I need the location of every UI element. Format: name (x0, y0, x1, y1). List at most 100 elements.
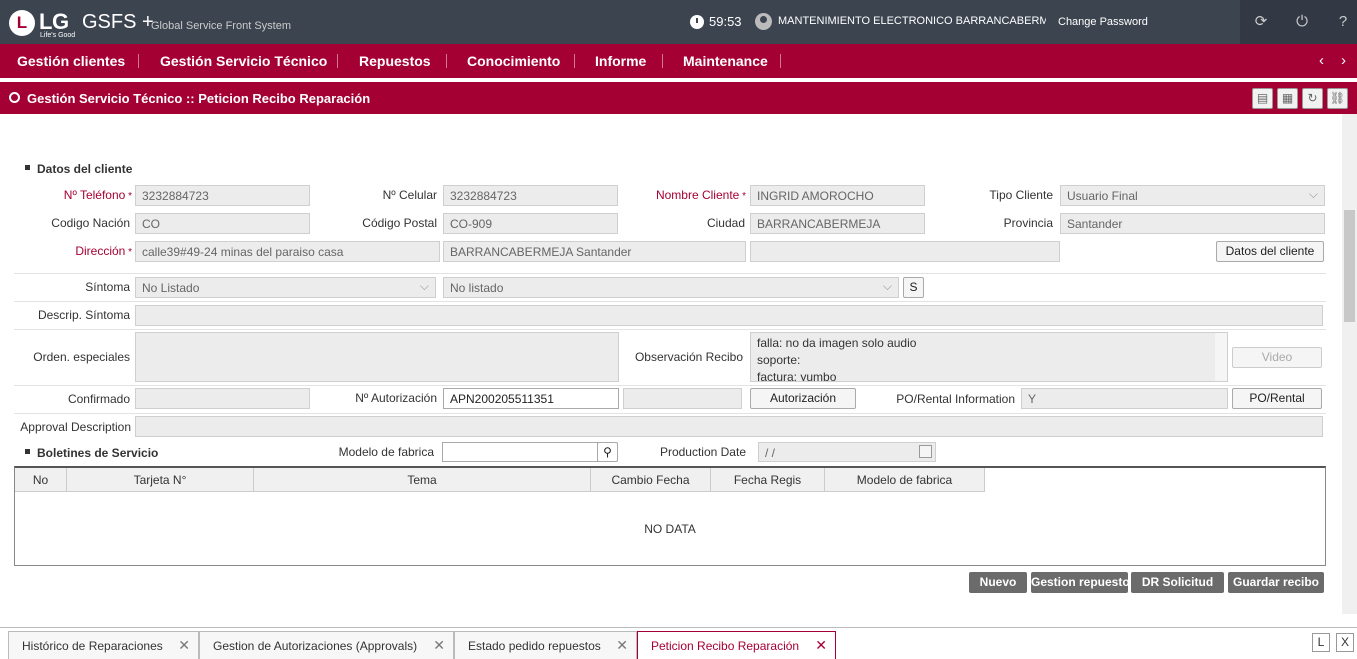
title-bullet-icon (9, 92, 20, 103)
direccion-city-field[interactable]: BARRANCABERMEJA Santander (443, 241, 746, 262)
tipo-cliente-label: Tipo Cliente (989, 188, 1053, 202)
sintoma-search-button[interactable]: S (903, 277, 924, 298)
po-rental-label: PO/Rental Information (896, 392, 1015, 406)
nombre-label: Nombre Cliente (630, 188, 746, 202)
close-icon[interactable]: ✕ (616, 637, 628, 654)
nombre-field[interactable]: INGRID AMOROCHO (750, 185, 925, 206)
help-icon[interactable]: ? (1334, 13, 1352, 31)
close-icon[interactable]: ✕ (433, 637, 445, 654)
modelo-fabrica-label: Modelo de fabrica (338, 445, 434, 459)
tab-label: Histórico de Reparaciones (22, 639, 163, 653)
provincia-label: Provincia (1003, 216, 1053, 230)
calendar-icon[interactable] (919, 445, 932, 458)
menu-conocimiento[interactable]: Conocimiento (467, 53, 560, 69)
lg-logo-mark: L (9, 10, 35, 36)
autorizacion-extra-field[interactable] (623, 388, 742, 409)
grid-empty-message: NO DATA (644, 522, 696, 536)
dr-solicitud-button[interactable]: DR Solicitud (1131, 572, 1224, 593)
power-icon[interactable]: ⏻ (1293, 13, 1311, 31)
page-scroll-thumb[interactable] (1344, 210, 1355, 322)
sintoma-detail-select[interactable]: No listado (443, 277, 899, 298)
modelo-fabrica-input[interactable] (442, 442, 598, 462)
session-timer: 59:53 (709, 14, 742, 29)
tab-estado-pedido[interactable]: Estado pedido repuestos ✕ (454, 631, 637, 659)
direccion-label: Dirección (20, 244, 132, 258)
main-menu: Gestión clientes Gestión Servicio Técnic… (0, 44, 1357, 78)
telefono-label: Nº Teléfono (20, 188, 132, 202)
datos-cliente-button[interactable]: Datos del cliente (1216, 241, 1324, 262)
observacion-line: falla: no da imagen solo audio (757, 336, 917, 350)
tab-label: Gestion de Autorizaciones (Approvals) (213, 639, 418, 653)
page-scrollbar[interactable] (1342, 114, 1357, 614)
tab-historico[interactable]: Histórico de Reparaciones ✕ (8, 631, 199, 659)
divider (14, 413, 1326, 414)
print-icon[interactable]: ▤ (1252, 88, 1273, 109)
autorizacion-field[interactable]: APN200205511351 (443, 388, 619, 409)
tab-approvals[interactable]: Gestion de Autorizaciones (Approvals) ✕ (199, 631, 454, 659)
gestion-repuestos-button[interactable]: Gestion repuestos (1031, 572, 1128, 593)
grid-header[interactable]: Cambio Fecha (591, 468, 711, 492)
sintoma-label: Síntoma (85, 280, 130, 294)
user-icon (755, 13, 772, 30)
tab-label: Peticion Recibo Reparación (651, 639, 800, 653)
observacion-label: Observación Recibo (634, 350, 743, 364)
menu-divider (446, 54, 447, 68)
grid-header[interactable]: Tema (254, 468, 591, 492)
link-icon[interactable]: ⛓ (1327, 88, 1348, 109)
nuevo-button[interactable]: Nuevo (969, 572, 1027, 593)
production-date-field[interactable]: / / (758, 442, 936, 462)
tabs-close-all-button[interactable]: X (1336, 633, 1354, 652)
observacion-scrollbar[interactable] (1215, 333, 1227, 381)
refresh-icon[interactable]: ⟳ (1252, 13, 1270, 31)
tab-peticion-recibo[interactable]: Peticion Recibo Reparación ✕ (637, 631, 836, 659)
direccion-field[interactable]: calle39#49-24 minas del paraiso casa (135, 241, 440, 262)
menu-prev-icon[interactable]: ‹ (1319, 52, 1324, 69)
menu-repuestos[interactable]: Repuestos (359, 53, 431, 69)
tipo-cliente-select[interactable]: Usuario Final (1060, 185, 1325, 206)
sintoma-select[interactable]: No Listado (135, 277, 436, 298)
menu-gestion-servicio[interactable]: Gestión Servicio Técnico (160, 53, 327, 69)
guardar-recibo-button[interactable]: Guardar recibo (1228, 572, 1324, 593)
menu-informe[interactable]: Informe (595, 53, 646, 69)
page-title: Gestión Servicio Técnico :: Peticion Rec… (27, 91, 371, 106)
observacion-line: soporte: (757, 353, 801, 367)
close-icon[interactable]: ✕ (178, 637, 190, 654)
top-icons: ⟳ ⏻ ? (1240, 0, 1357, 44)
orden-especiales-field[interactable] (135, 332, 619, 382)
search-icon[interactable]: ⚲ (597, 442, 618, 462)
ciudad-field[interactable]: BARRANCABERMEJA (750, 213, 925, 234)
direccion-extra-field[interactable] (750, 241, 1060, 262)
observacion-textarea[interactable]: falla: no da imagen solo audio soporte: … (750, 332, 1228, 382)
reload-icon[interactable]: ↻ (1302, 88, 1323, 109)
boletines-grid: No Tarjeta N° Tema Cambio Fecha Fecha Re… (14, 466, 1326, 566)
page-title-bar: Gestión Servicio Técnico :: Peticion Rec… (0, 82, 1357, 114)
provincia-field[interactable]: Santander (1060, 213, 1325, 234)
menu-maintenance[interactable]: Maintenance (683, 53, 768, 69)
close-icon[interactable]: ✕ (815, 637, 827, 654)
confirmado-field[interactable] (135, 388, 310, 409)
tabs-list-button[interactable]: L (1312, 633, 1330, 652)
change-password-link[interactable]: Change Password (1058, 16, 1148, 28)
approval-description-field[interactable] (135, 416, 1323, 437)
po-rental-field[interactable]: Y (1021, 388, 1228, 409)
grid-header[interactable]: Tarjeta N° (67, 468, 254, 492)
telefono-field[interactable]: 3232884723 (135, 185, 310, 206)
excel-icon[interactable]: ▦ (1277, 88, 1298, 109)
menu-gestion-clientes[interactable]: Gestión clientes (17, 53, 125, 69)
menu-next-icon[interactable]: › (1341, 52, 1346, 69)
celular-label: Nº Celular (382, 188, 437, 202)
menu-divider (780, 54, 781, 68)
descrip-sintoma-field[interactable] (135, 305, 1323, 326)
autorizacion-button[interactable]: Autorización (750, 388, 856, 409)
postal-field[interactable]: CO-909 (443, 213, 618, 234)
app-subtitle: Global Service Front System (151, 20, 291, 32)
video-button[interactable]: Video (1232, 347, 1322, 368)
grid-header[interactable]: Fecha Regis (711, 468, 825, 492)
bottom-tab-bar: Histórico de Reparaciones ✕ Gestion de A… (0, 627, 1357, 659)
menu-divider (138, 54, 139, 68)
celular-field[interactable]: 3232884723 (443, 185, 618, 206)
grid-header[interactable]: Modelo de fabrica (825, 468, 985, 492)
po-rental-button[interactable]: PO/Rental (1232, 388, 1322, 409)
nacion-field[interactable]: CO (135, 213, 310, 234)
grid-header[interactable]: No (15, 468, 67, 492)
